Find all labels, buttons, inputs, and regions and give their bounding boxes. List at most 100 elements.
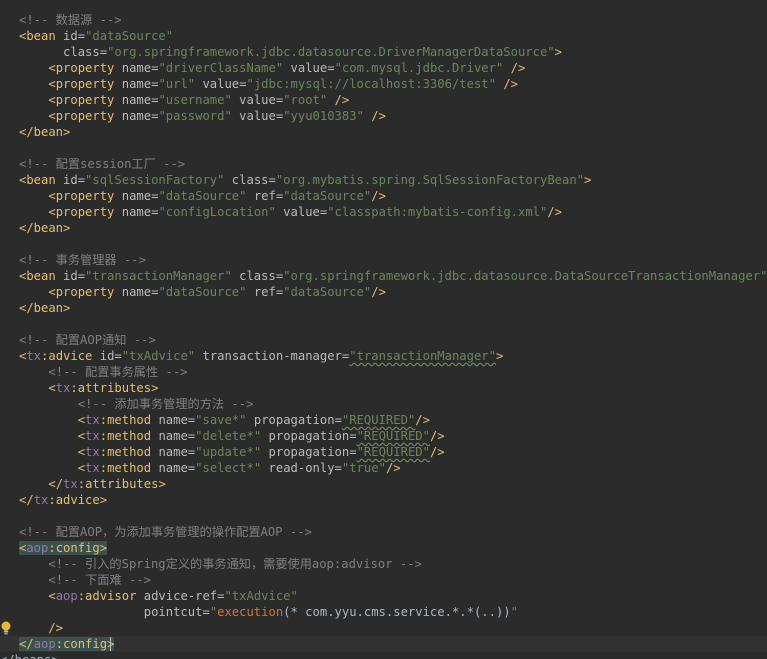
code-line[interactable]: </bean> [0,124,767,140]
code-token: "org.mybatis.spring.SqlSessionFactoryBea… [275,173,585,187]
code-line[interactable] [0,236,767,252]
code-token: name= [114,285,159,299]
code-token: > [99,541,108,555]
code-token: <!-- 下面难 --> [48,573,151,587]
code-token: <!-- 配置事务属性 --> [48,365,188,379]
code-line[interactable]: <!-- 数据源 --> [0,12,767,28]
code-token: :advice [41,349,93,363]
code-editor[interactable]: <!-- 数据源 --> <bean id="dataSource" class=… [0,0,767,659]
code-line[interactable]: <property name="dataSource" ref="dataSou… [0,188,767,204]
code-token: :method [99,413,152,427]
code-token: < [77,445,86,459]
code-token: <!-- 添加事务管理的方法 --> [77,397,254,411]
code-token: :attributes> [70,381,159,395]
code-token: "dataSource" [283,285,372,299]
code-line[interactable]: <!-- 配置session工厂 --> [0,156,767,172]
code-token: "dataSource" [158,285,247,299]
code-token: <property [48,285,115,299]
code-token: <property [48,77,115,91]
code-token: tx [26,349,42,363]
code-token: tx [85,429,100,443]
code-line[interactable]: <bean id="dataSource" [0,28,767,44]
code-token: name= [114,109,159,123]
code-line[interactable]: </tx:advice> [0,492,767,508]
code-token: class= [19,45,108,59]
code-line[interactable]: <property name="configLocation" value="c… [0,204,767,220]
partial-code-line: </beans> [0,652,59,659]
code-token: <property [48,205,115,219]
lightbulb-icon[interactable] [0,620,12,636]
code-token: value= [231,93,284,107]
code-line[interactable]: <property name="driverClassName" value="… [0,60,767,76]
code-line[interactable]: <!-- 事务管理器 --> [0,252,767,268]
code-token: "configLocation" [158,205,276,219]
code-token: /> [371,285,386,299]
code-line[interactable]: <tx:method name="select*" read-only="tru… [0,460,767,476]
code-token: (* com.yyu.cms.service.*.*(..)) [283,605,511,619]
code-token: :method [99,445,152,459]
code-line[interactable]: </bean> [0,300,767,316]
code-token: </bean> [19,221,71,235]
code-line[interactable]: <tx:method name="delete*" propagation="R… [0,428,767,444]
code-line[interactable]: <property name="password" value="yyu0103… [0,108,767,124]
code-line[interactable]: <!-- 添加事务管理的方法 --> [0,396,767,412]
code-line[interactable]: <aop:config> [0,540,767,556]
code-token: /> [19,621,64,635]
code-token: "org.springframework.jdbc.datasource.Dri… [107,45,555,59]
code-token: tx [63,477,78,491]
code-line[interactable] [0,140,767,156]
code-token: :config [48,541,100,555]
code-line[interactable]: class="org.springframework.jdbc.datasour… [0,44,767,60]
code-token: tx [85,413,100,427]
code-line[interactable]: /> [0,620,767,636]
code-token: name= [114,61,159,75]
code-line[interactable] [0,508,767,524]
code-line[interactable]: <property name="url" value="jdbc:mysql:/… [0,76,767,92]
code-token: <property [48,189,115,203]
code-token: :method [99,429,152,443]
code-line[interactable]: <!-- 配置事务属性 --> [0,364,767,380]
code-token: "driverClassName" [158,61,284,75]
code-token: > [584,173,592,187]
code-line[interactable]: <aop:advisor advice-ref="txAdvice" [0,588,767,604]
code-line[interactable] [0,316,767,332]
code-token: "save*" [195,413,247,427]
code-line[interactable]: <!-- 配置AOP，为添加事务管理的操作配置AOP --> [0,524,767,540]
code-token: "root" [283,93,328,107]
code-line[interactable]: <tx:method name="update*" propagation="R… [0,444,767,460]
code-line[interactable]: <property name="dataSource" ref="dataSou… [0,284,767,300]
code-line[interactable]: <!-- 下面难 --> [0,572,767,588]
code-line[interactable]: </bean> [0,220,767,236]
code-token: "yyu010383" [283,109,364,123]
code-token: "select*" [195,461,262,475]
code-line[interactable]: <bean id="sqlSessionFactory" class="org.… [0,172,767,188]
code-token: </bean> [19,125,71,139]
code-line[interactable]: </tx:attributes> [0,476,767,492]
code-token: < [77,429,86,443]
code-token: "classpath:mybatis-config.xml" [327,205,548,219]
code-token: "sqlSessionFactory" [85,173,225,187]
code-token: "delete*" [195,429,262,443]
code-token: value= [275,205,328,219]
code-token: :method [99,461,152,475]
code-line[interactable]: <tx:method name="save*" propagation="REQ… [0,412,767,428]
code-line[interactable]: </aop:config> [0,636,767,652]
code-line[interactable]: <!-- 配置AOP通知 --> [0,332,767,348]
code-line[interactable]: <bean id="transactionManager" class="org… [0,268,767,284]
code-token: <property [48,61,115,75]
code-token: "REQUIRED" [356,445,430,459]
code-line[interactable]: <tx:advice id="txAdvice" transaction-man… [0,348,767,364]
code-line[interactable]: <property name="username" value="root" /… [0,92,767,108]
code-token: name= [151,429,196,443]
code-token: </bean> [19,301,71,315]
code-line[interactable]: pointcut= " execution(* com.yyu.cms.servic… [0,604,767,620]
code-line[interactable]: <tx:attributes> [0,380,767,396]
code-token: /> [327,93,350,107]
code-token: name= [114,93,159,107]
code-line[interactable]: <!-- 引入的Spring定义的事务通知，需要使用aop:advisor --… [0,556,767,572]
code-token: <property [48,109,115,123]
code-token: < [48,381,56,395]
